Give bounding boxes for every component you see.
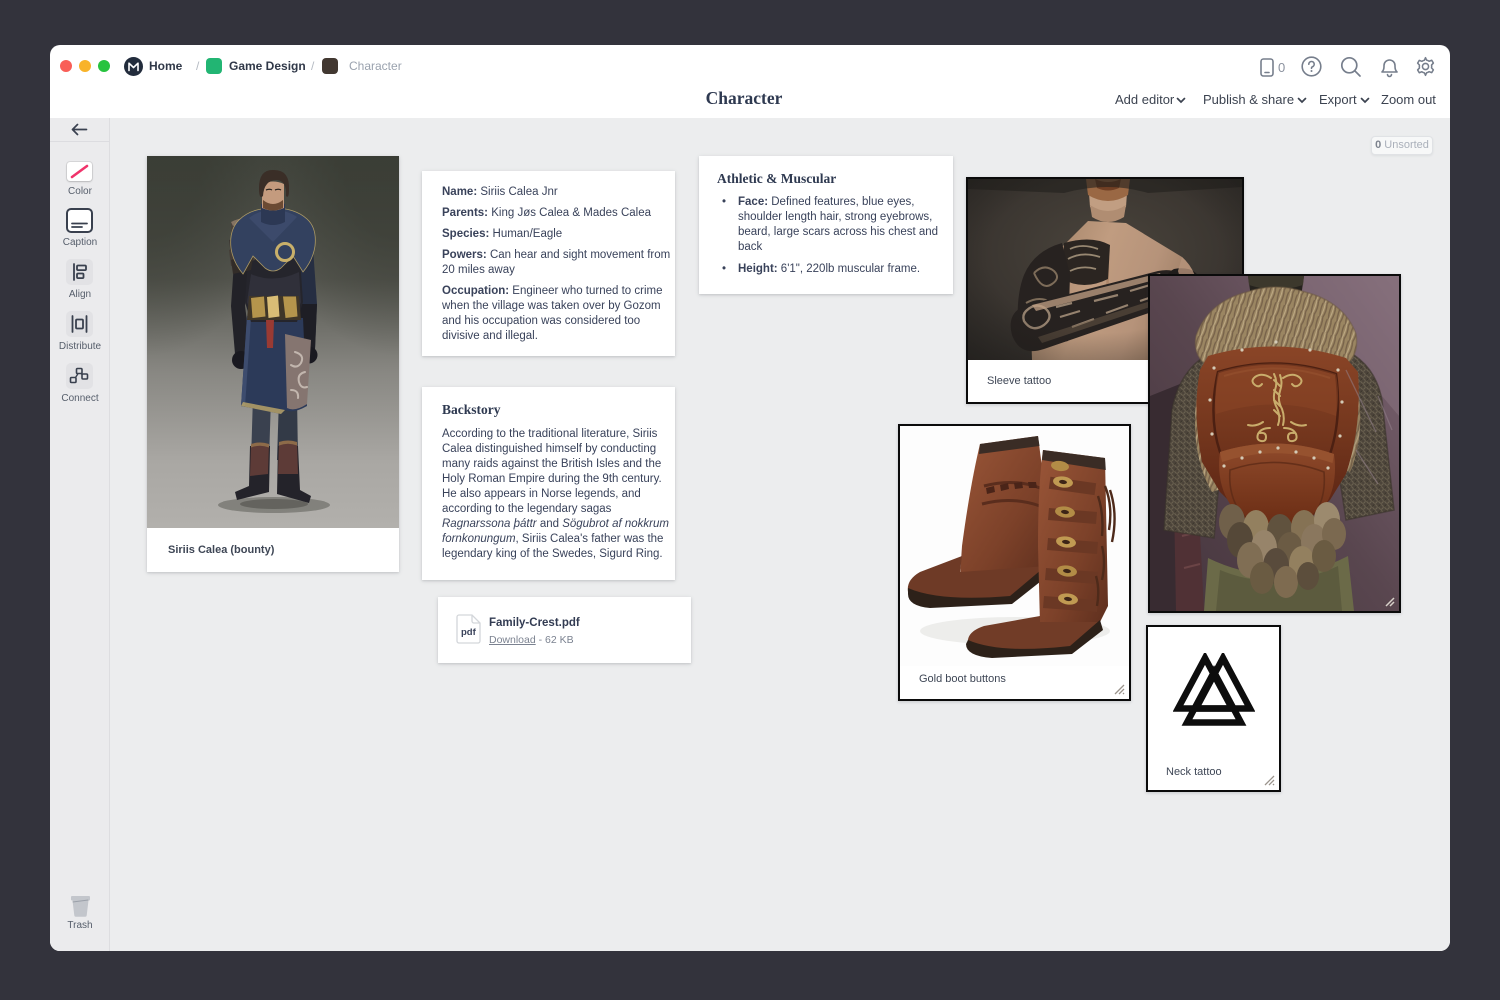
svg-text:pdf: pdf: [461, 627, 477, 638]
